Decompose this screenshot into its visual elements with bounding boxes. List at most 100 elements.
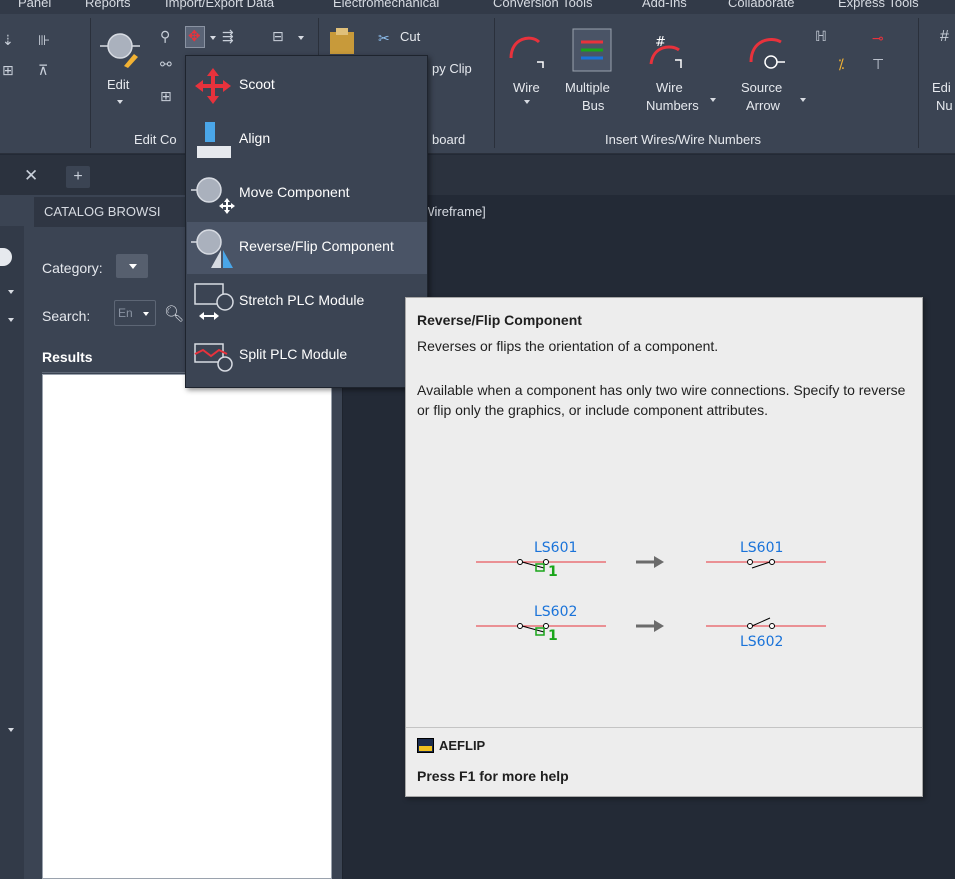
new-tab-button[interactable]: + xyxy=(66,166,90,188)
search-language-dropdown[interactable]: En xyxy=(114,300,156,326)
multiple-bus-label-2[interactable]: Bus xyxy=(582,98,604,114)
wire-type-icon[interactable]: ℍ xyxy=(815,28,827,45)
flyout-item-stretch-plc-module[interactable]: Stretch PLC Module xyxy=(187,276,427,328)
multiple-bus-icon[interactable] xyxy=(572,28,612,72)
split-plc-module-icon xyxy=(194,343,233,372)
edit-button-label[interactable]: Edit xyxy=(107,77,129,93)
flyout-item-reverse-flip-component[interactable]: Reverse/Flip Component xyxy=(187,222,427,274)
tooltip-command-name: AEFLIP xyxy=(439,738,486,753)
category-label: Category: xyxy=(42,260,103,276)
copy-clip-label[interactable]: py Clip xyxy=(432,61,472,77)
search-language-caret xyxy=(143,312,149,316)
source-arrow-label-2[interactable]: Arrow xyxy=(746,98,780,114)
insert-component-icon[interactable]: ⇣ xyxy=(2,32,14,49)
tooltip-help-hint: Press F1 for more help xyxy=(417,768,569,784)
wire-button-label[interactable]: Wire xyxy=(513,80,540,96)
insert-circuit-icon[interactable]: ⊼ xyxy=(38,62,48,79)
source-arrow-icon[interactable] xyxy=(745,28,789,72)
edit-wire-number-icon[interactable]: # xyxy=(940,28,949,46)
source-arrow-label-1[interactable]: Source xyxy=(741,80,782,96)
paste-icon[interactable] xyxy=(328,28,358,56)
ribbon-separator xyxy=(918,18,919,148)
illustration-pin-2: 1 xyxy=(548,628,558,644)
scoot-flyout-menu: Scoot Align Move Component Reverse/Flip … xyxy=(185,55,428,388)
palette-side-caret-1[interactable] xyxy=(8,290,14,294)
wire-icon[interactable] xyxy=(505,28,549,72)
flyout-item-label: Scoot xyxy=(239,76,275,92)
wire-break-icon[interactable]: ⊸ xyxy=(872,30,884,47)
scoot-icon xyxy=(195,68,231,104)
ribbon-tab-add-ins[interactable]: Add-Ins xyxy=(642,0,687,10)
ribbon: ⇣ ⊪ ⊞ ⊼ Edit ⚲ ⚯ ⊞ ✥ ⇶ ⊟ Edit Co ✂ Cut p… xyxy=(0,14,955,154)
palette-title-bar[interactable]: CATALOG BROWSI xyxy=(34,197,194,227)
edit-number-label-2[interactable]: Nu xyxy=(936,98,953,114)
edit-dropdown-caret[interactable] xyxy=(117,100,123,104)
delete-component-icon[interactable]: ⚲ xyxy=(160,28,170,45)
ribbon-tab-express-tools[interactable]: Express Tools xyxy=(838,0,919,10)
edit-component-icon[interactable] xyxy=(100,26,140,68)
move-component-icon xyxy=(191,177,235,214)
wire-numbers-label-2[interactable]: Numbers xyxy=(646,98,699,114)
insert-pneumatic-icon[interactable]: ⊪ xyxy=(38,32,50,49)
edit-number-label-1[interactable]: Edi xyxy=(932,80,951,96)
search-language-value: En xyxy=(118,306,133,320)
wire-dropdown-caret[interactable] xyxy=(524,100,530,104)
ribbon-tab-panel[interactable]: Panel xyxy=(18,0,51,10)
ribbon-tab-reports[interactable]: Reports xyxy=(85,0,131,10)
search-label: Search: xyxy=(42,308,91,324)
category-dropdown-caret xyxy=(129,264,137,269)
panel-title-insert-wires: Insert Wires/Wire Numbers xyxy=(605,132,762,147)
scoot-icon: ✥ xyxy=(188,28,201,45)
flyout-item-scoot[interactable]: Scoot xyxy=(187,60,427,112)
flyout-item-move-component[interactable]: Move Component xyxy=(187,168,427,220)
cross-reference-icon[interactable]: ⁒ xyxy=(838,56,844,73)
flyout-item-label: Align xyxy=(239,130,271,146)
align-icon xyxy=(197,122,231,158)
tooltip-description: Reverses or flips the orientation of a c… xyxy=(417,338,719,354)
close-tab-icon[interactable]: ✕ xyxy=(24,166,38,186)
illustration-tag-2-before: LS602 xyxy=(534,604,577,620)
results-list[interactable] xyxy=(42,374,332,879)
retag-icon[interactable]: ⇶ xyxy=(222,28,234,45)
illustration-tag-2-after: LS602 xyxy=(740,634,783,650)
insert-ladder-icon[interactable]: ⊞ xyxy=(2,62,14,79)
ribbon-tab-collaborate[interactable]: Collaborate xyxy=(728,0,795,10)
flyout-item-label: Reverse/Flip Component xyxy=(239,238,394,254)
flyout-item-label: Stretch PLC Module xyxy=(239,292,365,308)
document-tab-strip xyxy=(0,155,955,195)
ribbon-tab-conversion-tools[interactable]: Conversion Tools xyxy=(493,0,592,10)
category-dropdown[interactable] xyxy=(116,254,148,278)
ribbon-separator xyxy=(90,18,91,148)
palette-title: CATALOG BROWSI xyxy=(44,204,161,219)
illustration-tag-1-before: LS601 xyxy=(534,540,577,556)
source-arrow-dropdown-caret[interactable] xyxy=(800,98,806,102)
reverse-flip-component-icon xyxy=(191,229,233,268)
flyout-item-split-plc-module[interactable]: Split PLC Module xyxy=(187,330,427,382)
search-icon[interactable]: 🔍︎ xyxy=(164,304,184,324)
panel-title-clipboard: board xyxy=(432,132,466,147)
ribbon-tab-electromechanical[interactable]: Electromechanical xyxy=(333,0,439,10)
multiple-bus-label-1[interactable]: Multiple xyxy=(565,80,610,96)
plc-dropdown-caret[interactable] xyxy=(298,36,304,40)
tooltip-divider xyxy=(406,727,922,728)
scoot-dropdown-caret[interactable] xyxy=(210,36,216,40)
wire-numbers-icon[interactable]: # xyxy=(645,28,689,72)
results-label: Results xyxy=(42,349,93,365)
attribute-icon[interactable]: ⊞ xyxy=(160,88,172,105)
flyout-item-align[interactable]: Align xyxy=(187,114,427,166)
wire-numbers-label-1[interactable]: Wire xyxy=(656,80,683,96)
tooltip-title: Reverse/Flip Component xyxy=(417,312,582,328)
palette-side-caret-2[interactable] xyxy=(8,318,14,322)
wire-numbers-dropdown-caret[interactable] xyxy=(710,98,716,102)
ribbon-tab-import-export[interactable]: Import/Export Data xyxy=(165,0,274,10)
illustration-pin-1: 1 xyxy=(548,564,558,580)
copy-component-icon[interactable]: ⚯ xyxy=(160,56,172,73)
palette-side-caret-3[interactable] xyxy=(8,728,14,732)
tooltip-detail: Available when a component has only two … xyxy=(417,382,906,418)
plc-icon[interactable]: ⊟ xyxy=(272,28,284,45)
flyout-item-label: Move Component xyxy=(239,184,350,200)
cut-label[interactable]: Cut xyxy=(400,29,420,45)
ribbon-tab-bar: Panel Reports Import/Export Data Electro… xyxy=(0,0,955,14)
gap-icon[interactable]: ⊤ xyxy=(872,56,884,73)
ribbon-separator xyxy=(494,18,495,148)
